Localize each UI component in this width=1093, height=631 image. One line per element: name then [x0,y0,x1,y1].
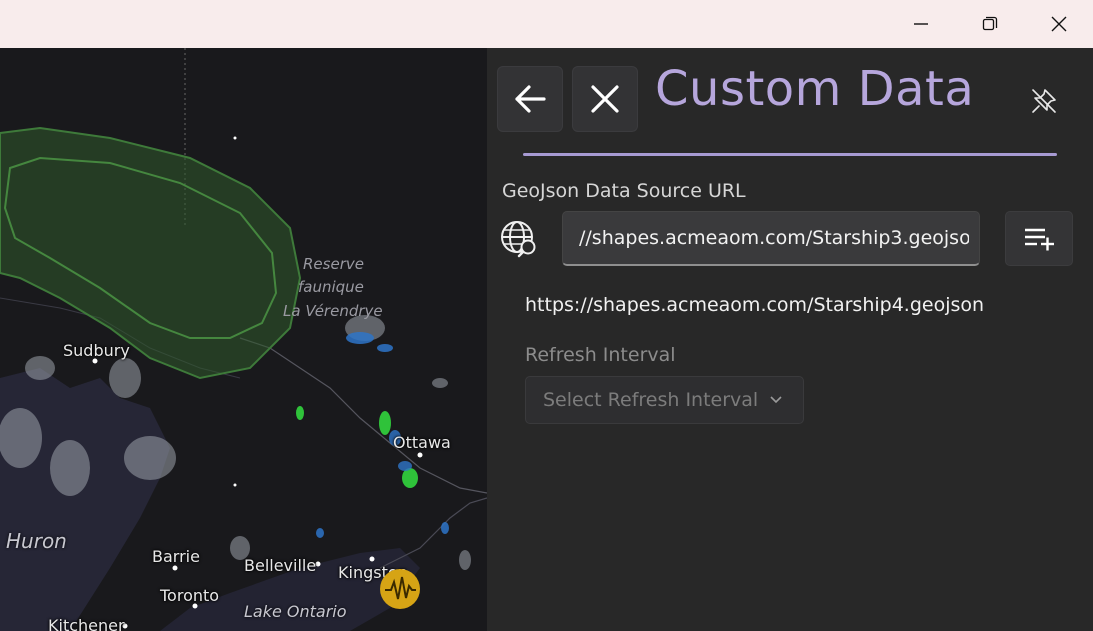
city-label: Barrie [152,547,200,566]
close-icon [1051,16,1067,32]
refresh-interval-placeholder: Select Refresh Interval [543,389,759,411]
globe-search-icon [500,220,538,258]
minimize-icon [914,23,928,25]
unpin-button[interactable] [1027,84,1061,118]
add-to-list-icon [1025,228,1054,250]
restore-button[interactable] [957,0,1023,48]
restore-icon [982,16,998,31]
city-label: Sudbury [63,341,130,360]
unpin-icon [1032,89,1056,113]
city-label: Kitchener [48,616,125,631]
refresh-interval-label: Refresh Interval [525,344,676,366]
place-label: La Vérendrye [283,302,383,320]
place-label: Reserve [303,255,364,273]
close-icon [591,85,619,113]
seismic-alert-button[interactable] [379,568,421,610]
map-canvas [0,48,487,631]
close-window-button[interactable] [1026,0,1092,48]
geojson-url-list-item[interactable]: https://shapes.acmeaom.com/Starship4.geo… [525,294,984,316]
geojson-source-label: GeoJson Data Source URL [502,180,746,202]
page-title: Custom Data [655,61,975,117]
place-label: faunique [298,278,364,296]
seismic-alert-icon [380,569,420,609]
weather-map[interactable]: Sudbury Ottawa Barrie Belleville Kingsto… [0,48,487,631]
city-label: Ottawa [393,433,451,452]
close-panel-button[interactable] [572,66,638,132]
refresh-interval-select[interactable]: Select Refresh Interval [525,376,804,424]
water-label: Huron [6,529,67,553]
city-label: Toronto [160,586,220,605]
window-title-bar [0,0,1093,48]
back-arrow-icon [515,85,546,113]
add-url-button[interactable] [1005,211,1073,266]
chevron-down-icon [770,396,782,404]
title-divider [523,153,1057,156]
geojson-url-input[interactable] [562,211,980,266]
city-label: Belleville [244,556,317,575]
back-button[interactable] [497,66,563,132]
custom-data-panel: Custom Data GeoJson Data Source URL //sh… [487,48,1093,631]
water-label: Lake Ontario [244,602,347,621]
minimize-button[interactable] [888,0,954,48]
